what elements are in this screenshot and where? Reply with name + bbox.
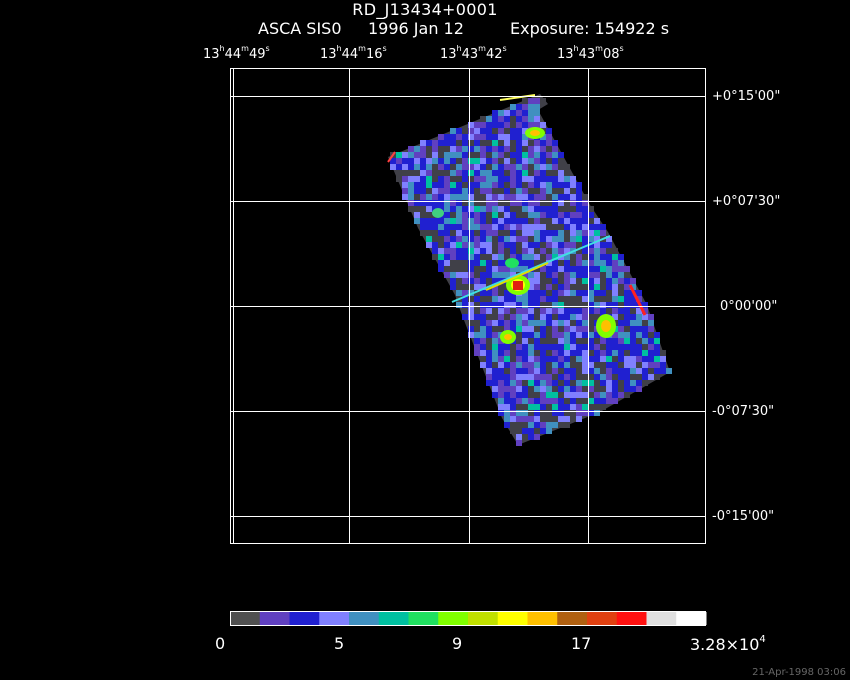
colorbar-swatch xyxy=(349,612,380,625)
colorbar-label-1: 5 xyxy=(334,634,345,653)
colorbar-swatch xyxy=(557,612,588,625)
colorbar-swatch xyxy=(438,612,469,625)
colorbar-swatch xyxy=(319,612,350,625)
timestamp-footer: 21-Apr-1998 03:06 xyxy=(752,667,846,678)
pixel-layer xyxy=(390,98,672,446)
colorbar-swatch xyxy=(646,612,677,625)
colorbar-label-max: 3.28×104 xyxy=(690,634,766,654)
xray-image xyxy=(387,94,672,446)
colorbar-swatch xyxy=(497,612,528,625)
image-canvas xyxy=(230,68,707,626)
colorbar-swatch xyxy=(616,612,647,625)
colorbar-swatch xyxy=(408,612,439,625)
colorbar-label-2: 9 xyxy=(452,634,463,653)
colorbar-swatch xyxy=(676,612,707,625)
colorbar-swatch xyxy=(527,612,558,625)
colorbar-swatch xyxy=(378,612,409,625)
colorbar xyxy=(230,611,707,626)
colorbar-label-3: 17 xyxy=(571,634,592,653)
colorbar-swatch xyxy=(230,612,261,625)
colorbar-swatch xyxy=(587,612,618,625)
colorbar-swatch xyxy=(468,612,499,625)
colorbar-swatch xyxy=(259,612,290,625)
colorbar-label-0: 0 xyxy=(215,634,226,653)
colorbar-swatch xyxy=(289,612,320,625)
